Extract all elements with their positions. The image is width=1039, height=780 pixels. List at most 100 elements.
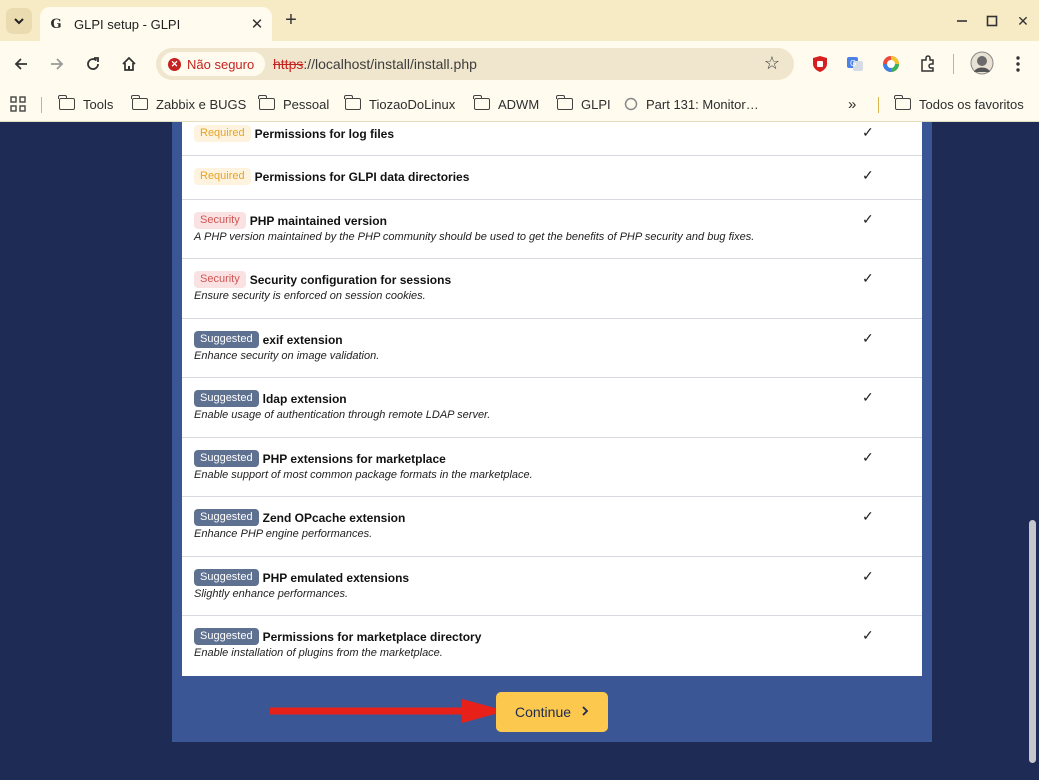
apps-grid-icon[interactable] — [10, 93, 26, 115]
tab-search-button[interactable] — [6, 8, 32, 34]
folder-icon — [131, 95, 148, 110]
requirement-description: Enable support of most common package fo… — [194, 469, 533, 481]
reload-icon[interactable] — [79, 50, 107, 78]
bookmark-part131[interactable]: Part 131: Monitor… — [624, 93, 759, 115]
bookmark-label: TiozaoDoLinux — [369, 96, 456, 112]
requirement-description: Enable usage of authentication through r… — [194, 409, 491, 421]
requirement-title: PHP extensions for marketplace — [262, 451, 446, 466]
glpi-favicon-icon: G — [50, 16, 62, 32]
check-icon: ✓ — [862, 124, 874, 140]
check-icon: ✓ — [862, 508, 874, 524]
scrollbar-thumb[interactable] — [1029, 520, 1036, 763]
bookmark-folder-pessoal[interactable]: Pessoal — [258, 93, 330, 115]
continue-button[interactable]: Continue — [496, 692, 608, 732]
requirement-description: Enable installation of plugins from the … — [194, 647, 443, 659]
tab-strip: G GLPI setup - GLPI ✕ + ✕ — [0, 0, 1039, 41]
forward-arrow-icon[interactable] — [43, 50, 71, 78]
requirement-row: Required Permissions for log files ✓ — [182, 122, 922, 156]
requirement-title: PHP maintained version — [249, 213, 387, 228]
page-scrollbar[interactable] — [1026, 122, 1039, 780]
requirement-description: A PHP version maintained by the PHP comm… — [194, 231, 755, 243]
home-icon[interactable] — [115, 50, 143, 78]
close-window-icon[interactable]: ✕ — [1012, 10, 1034, 32]
folder-icon — [556, 95, 573, 110]
check-icon: ✓ — [862, 211, 874, 227]
address-bar[interactable]: ✕ Não seguro https://localhost/install/i… — [156, 48, 794, 80]
chevron-right-icon — [581, 704, 589, 720]
requirement-title: Permissions for marketplace directory — [262, 629, 482, 644]
back-arrow-icon[interactable] — [7, 50, 35, 78]
requirement-title: exif extension — [262, 332, 343, 347]
suggested-badge: Suggested — [194, 450, 259, 467]
ublock-extension-icon[interactable] — [810, 54, 830, 74]
check-icon: ✓ — [862, 568, 874, 584]
folder-icon — [894, 95, 911, 110]
toolbar-divider — [953, 54, 954, 74]
requirement-row: Required Permissions for GLPI data direc… — [182, 156, 922, 200]
bookmark-label: GLPI — [581, 96, 611, 112]
requirement-row: Suggested PHP extensions for marketplace… — [182, 438, 922, 497]
tab-glpi-setup[interactable]: G GLPI setup - GLPI ✕ — [40, 7, 272, 41]
minimize-icon[interactable] — [951, 10, 973, 32]
requirement-row: Suggested ldap extension Enable usage of… — [182, 378, 922, 438]
bookmark-folder-tiozao[interactable]: TiozaoDoLinux — [344, 93, 456, 115]
tab-title: GLPI setup - GLPI — [74, 16, 181, 32]
bookmarks-divider — [878, 97, 879, 113]
check-icon: ✓ — [862, 270, 874, 286]
required-badge: Required — [194, 168, 251, 185]
suggested-badge: Suggested — [194, 628, 259, 645]
bookmark-folder-glpi[interactable]: GLPI — [556, 93, 611, 115]
url-scheme: https — [273, 56, 304, 72]
more-bookmarks-icon[interactable]: » — [848, 93, 856, 115]
bookmark-folder-tools[interactable]: Tools — [58, 93, 114, 115]
requirement-row: Suggested exif extension Enhance securit… — [182, 319, 922, 378]
security-badge: Security — [194, 271, 246, 288]
browser-toolbar: ✕ Não seguro https://localhost/install/i… — [0, 41, 1039, 87]
not-secure-icon: ✕ — [168, 57, 181, 71]
url-text[interactable]: https://localhost/install/install.php — [273, 56, 477, 72]
profile-avatar[interactable] — [970, 51, 994, 75]
requirement-description: Enhance security on image validation. — [194, 350, 380, 362]
chevron-down-icon — [14, 18, 24, 25]
continue-label: Continue — [514, 704, 572, 720]
bookmark-label: Tools — [83, 96, 114, 112]
requirements-list: Required Permissions for log files ✓ Req… — [182, 122, 922, 676]
folder-icon — [58, 95, 75, 110]
check-icon: ✓ — [862, 449, 874, 465]
loading-circle-icon — [624, 97, 638, 111]
bookmark-label: Zabbix e BUGS — [156, 96, 247, 112]
suggested-badge: Suggested — [194, 390, 259, 407]
extensions-puzzle-icon[interactable] — [918, 54, 938, 74]
folder-icon — [258, 95, 275, 110]
color-picker-extension-icon[interactable] — [881, 54, 901, 74]
bookmark-star-icon[interactable]: ☆ — [764, 53, 780, 74]
bookmark-label: ADWM — [498, 96, 540, 112]
requirement-title: PHP emulated extensions — [262, 570, 410, 585]
browser-menu-icon[interactable] — [1008, 54, 1028, 74]
security-label: Não seguro — [187, 56, 255, 72]
requirement-title: ldap extension — [262, 391, 347, 406]
requirement-title: Permissions for log files — [254, 126, 395, 141]
close-tab-icon[interactable]: ✕ — [248, 15, 266, 33]
requirement-row: Suggested PHP emulated extensions Slight… — [182, 557, 922, 616]
check-icon: ✓ — [862, 627, 874, 643]
required-badge: Required — [194, 125, 251, 142]
security-chip[interactable]: ✕ Não seguro — [161, 52, 265, 76]
security-badge: Security — [194, 212, 246, 229]
bookmark-label: Pessoal — [283, 96, 330, 112]
svg-text:G: G — [850, 59, 856, 68]
new-tab-button[interactable]: + — [280, 9, 302, 31]
requirement-title: Security configuration for sessions — [249, 272, 452, 287]
maximize-icon[interactable] — [981, 10, 1003, 32]
requirement-description: Slightly enhance performances. — [194, 588, 349, 600]
page-viewport: Required Permissions for log files ✓ Req… — [0, 122, 1039, 780]
all-bookmarks-folder[interactable]: Todos os favoritos — [894, 93, 1024, 115]
bookmarks-bar: Tools Zabbix e BUGS Pessoal TiozaoDoLinu… — [0, 87, 1039, 122]
translate-extension-icon[interactable]: G — [845, 54, 865, 74]
requirement-description: Ensure security is enforced on session c… — [194, 290, 426, 302]
bookmark-label: Part 131: Monitor… — [646, 96, 759, 112]
check-icon: ✓ — [862, 330, 874, 346]
bookmark-folder-adwm[interactable]: ADWM — [473, 93, 540, 115]
bookmark-folder-zabbix[interactable]: Zabbix e BUGS — [131, 93, 247, 115]
requirement-row: Suggested Zend OPcache extension Enhance… — [182, 497, 922, 557]
